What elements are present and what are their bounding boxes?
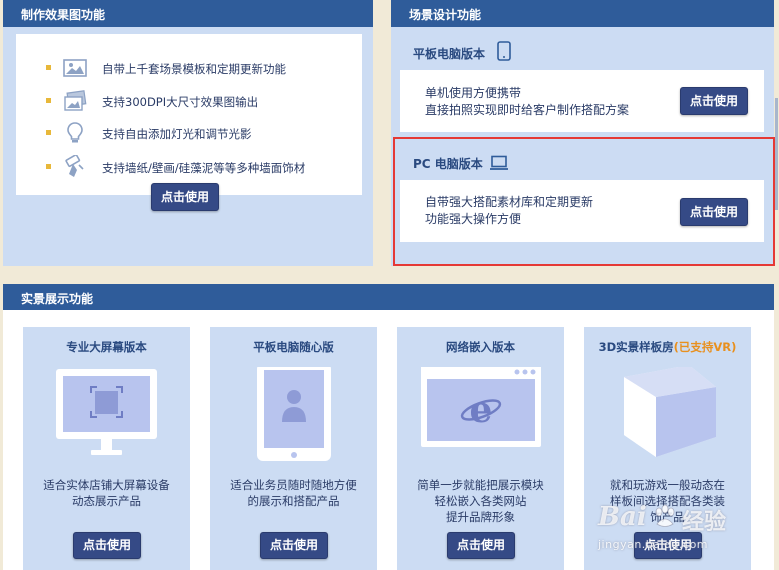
3d-room-use-button[interactable]: 点击使用 — [634, 532, 702, 559]
feature-item: 支持自由添加灯光和调节光影 — [16, 119, 362, 147]
card-desc: 适合业务员随时随地方便 的展示和搭配产品 — [210, 477, 377, 509]
desc-line: 单机使用方便携带 — [425, 86, 522, 100]
desc-line: 自带强大搭配素材库和定期更新 — [425, 195, 594, 209]
image-icon — [63, 59, 87, 77]
scene-panel-body: 平板电脑版本 单机使用方便携带 直接拍照实现即时给客户制作搭配方案 点击使用 P… — [391, 27, 774, 266]
bullet-icon — [46, 130, 51, 135]
feature-text: 支持自由添加灯光和调节光影 — [102, 127, 252, 141]
effects-panel: 制作效果图功能 自带上千套场景模板和定期更新功能 支持300DPI大尺寸效果图输… — [3, 0, 373, 266]
desc-line: 适合实体店铺大屏幕设备 — [43, 478, 170, 492]
vr-support-label: (已支持VR) — [673, 340, 737, 354]
desc-line: 样板间选择搭配各类装 — [610, 494, 725, 508]
showcase-card-web-embed: 网络嵌入版本 e 简单一步就能把展示模块 轻松嵌入各类网站 提升品牌形象 点击使… — [397, 327, 564, 570]
card-title: 网络嵌入版本 — [397, 339, 564, 355]
feature-text: 支持墙纸/壁画/硅藻泥等等多种墙面饰材 — [102, 161, 306, 175]
lightbulb-icon — [67, 122, 83, 143]
tablet-use-button[interactable]: 点击使用 — [680, 87, 748, 115]
photos-icon — [64, 90, 87, 111]
bullet-icon — [46, 65, 51, 70]
feature-list: 自带上千套场景模板和定期更新功能 支持300DPI大尺寸效果图输出 支持自由添加… — [16, 34, 362, 195]
card-title-text: 专业大屏幕版本 — [66, 340, 147, 354]
desc-line: 提升品牌形象 — [446, 510, 515, 524]
desc-line: 直接拍照实现即时给客户制作搭配方案 — [425, 103, 630, 117]
tablet-version-title: 平板电脑版本 — [413, 47, 486, 61]
desc-line: 饰产品 — [650, 510, 685, 524]
tablet-showcase-use-button[interactable]: 点击使用 — [260, 532, 328, 559]
monitor-icon — [56, 369, 157, 455]
tablet-icon — [497, 41, 511, 61]
pc-version-title: PC 电脑版本 — [413, 157, 483, 171]
scene-panel: 场景设计功能 平板电脑版本 单机使用方便携带 直接拍照实现即时给客户制作搭配方案… — [391, 0, 774, 266]
laptop-icon — [490, 155, 508, 170]
desc-line: 的展示和搭配产品 — [247, 494, 340, 508]
showcase-card-tablet: 平板电脑随心版 适合业务员随时随地方便 的展示和搭配产品 点击使用 — [210, 327, 377, 570]
tablet-device-icon — [257, 367, 331, 461]
effects-panel-body: 自带上千套场景模板和定期更新功能 支持300DPI大尺寸效果图输出 支持自由添加… — [3, 27, 373, 266]
desc-line: 简单一步就能把展示模块 — [417, 478, 544, 492]
3d-room-icon — [624, 367, 716, 457]
scene-panel-title: 场景设计功能 — [391, 0, 774, 27]
desc-line: 动态展示产品 — [72, 494, 141, 508]
wallpaper-brush-icon — [65, 155, 84, 177]
showcase-card-big-screen: 专业大屏幕版本 适合实体店铺大屏幕设备 动态展示产品 点击使用 — [23, 327, 190, 570]
big-screen-use-button[interactable]: 点击使用 — [73, 532, 141, 559]
card-title: 平板电脑随心版 — [210, 339, 377, 355]
feature-item: 支持300DPI大尺寸效果图输出 — [16, 87, 362, 115]
card-title-text: 网络嵌入版本 — [446, 340, 515, 354]
desc-line: 适合业务员随时随地方便 — [230, 478, 357, 492]
pc-use-button[interactable]: 点击使用 — [680, 198, 748, 226]
desc-line: 功能强大操作方便 — [425, 212, 522, 226]
tablet-version-card: 单机使用方便携带 直接拍照实现即时给客户制作搭配方案 点击使用 — [400, 70, 764, 132]
desc-line: 就和玩游戏一般动态在 — [610, 478, 725, 492]
card-desc: 就和玩游戏一般动态在 样板间选择搭配各类装 饰产品 — [584, 477, 751, 525]
scrollbar-thumb[interactable] — [775, 98, 778, 210]
feature-item: 支持墙纸/壁画/硅藻泥等等多种墙面饰材 — [16, 153, 362, 181]
showcase-panel: 实景展示功能 专业大屏幕版本 适合实体店铺大屏幕设备 动态展示产品 点击使用 平… — [3, 284, 774, 570]
card-desc: 简单一步就能把展示模块 轻松嵌入各类网站 提升品牌形象 — [397, 477, 564, 525]
desc-line: 轻松嵌入各类网站 — [434, 494, 527, 508]
showcase-card-3d-room: 3D实景样板房(已支持VR) 就和玩游戏一般动态在 样板间选择搭配各类装 饰产品… — [584, 327, 751, 570]
feature-item: 自带上千套场景模板和定期更新功能 — [16, 54, 362, 82]
card-title: 专业大屏幕版本 — [23, 339, 190, 355]
bullet-icon — [46, 164, 51, 169]
effects-use-button[interactable]: 点击使用 — [151, 183, 219, 211]
svg-text:e: e — [470, 389, 493, 431]
showcase-panel-title: 实景展示功能 — [3, 284, 774, 310]
pc-version-desc: 自带强大搭配素材库和定期更新 功能强大操作方便 — [425, 194, 593, 228]
web-embed-use-button[interactable]: 点击使用 — [447, 532, 515, 559]
card-desc: 适合实体店铺大屏幕设备 动态展示产品 — [23, 477, 190, 509]
card-title-text: 平板电脑随心版 — [253, 340, 334, 354]
feature-text: 自带上千套场景模板和定期更新功能 — [102, 62, 286, 76]
card-title-text: 3D实景样板房 — [598, 340, 674, 354]
effects-panel-title: 制作效果图功能 — [3, 0, 373, 27]
feature-text: 支持300DPI大尺寸效果图输出 — [102, 95, 259, 109]
card-title: 3D实景样板房(已支持VR) — [584, 339, 751, 355]
tablet-version-desc: 单机使用方便携带 直接拍照实现即时给客户制作搭配方案 — [425, 85, 629, 119]
browser-ie-icon: e — [421, 367, 541, 447]
pc-version-card: 自带强大搭配素材库和定期更新 功能强大操作方便 点击使用 — [400, 180, 764, 242]
bullet-icon — [46, 98, 51, 103]
